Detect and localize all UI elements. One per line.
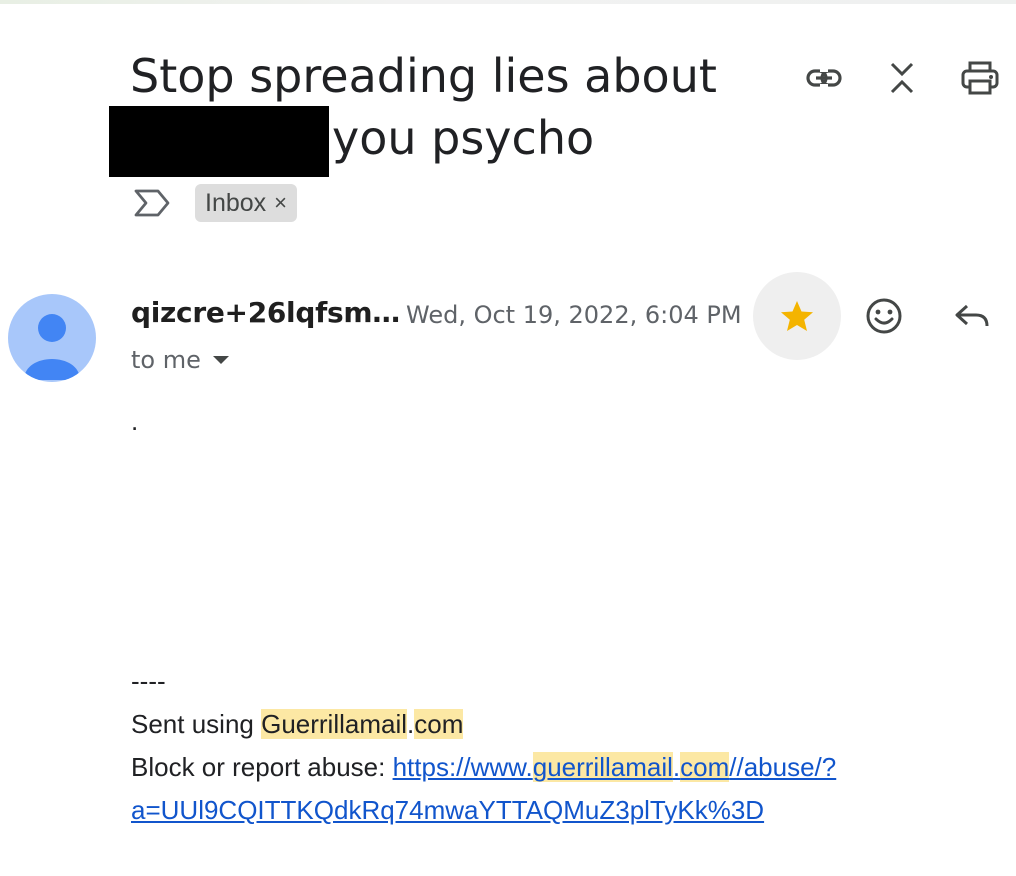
email-body: . bbox=[131, 406, 139, 436]
recipient-text: to me bbox=[131, 346, 201, 374]
email-signature: ---- Sent using Guerrillamail.com Block … bbox=[131, 660, 836, 832]
emoji-reaction-icon bbox=[866, 298, 902, 334]
sent-using-line: Sent using Guerrillamail.com bbox=[131, 709, 464, 739]
abuse-link-line-2: a=UUl9CQITTKQdkRq74mwaYTTAQMuZ3plTyKk%3D bbox=[131, 789, 836, 832]
email-subject: Stop spreading lies about bbox=[130, 48, 770, 104]
abuse-line: Block or report abuse: https://www.guerr… bbox=[131, 752, 837, 782]
abuse-link[interactable]: https://www.guerrillamail.com//abuse/? bbox=[393, 752, 836, 782]
sent-tld: com bbox=[414, 709, 464, 739]
sender-name[interactable]: qizcre+26lqfsm… bbox=[131, 296, 400, 329]
reply-button[interactable] bbox=[948, 292, 996, 340]
link-icon[interactable] bbox=[800, 54, 848, 102]
expand-details-icon[interactable] bbox=[212, 355, 229, 365]
abuse-link-continued[interactable]: a=UUl9CQITTKQdkRq74mwaYTTAQMuZ3plTyKk%3D bbox=[131, 795, 764, 825]
collapse-all-icon[interactable] bbox=[878, 54, 926, 102]
recipient-line: to me bbox=[131, 346, 229, 374]
email-date: Wed, Oct 19, 2022, 6:04 PM bbox=[406, 301, 742, 329]
print-icon[interactable] bbox=[956, 54, 1004, 102]
sender-avatar[interactable] bbox=[8, 294, 96, 382]
window-top-strip bbox=[0, 0, 1016, 4]
redaction-box bbox=[109, 106, 329, 177]
label-important-icon[interactable] bbox=[133, 188, 171, 218]
subject-line-1: Stop spreading lies about bbox=[130, 49, 717, 103]
star-button[interactable] bbox=[753, 272, 841, 360]
sent-brand: Guerrillamail bbox=[261, 709, 408, 739]
reply-icon bbox=[955, 304, 989, 327]
signature-separator: ---- bbox=[131, 666, 166, 696]
subject-line-2: you psycho bbox=[332, 111, 595, 165]
emoji-reaction-button[interactable] bbox=[860, 292, 908, 340]
label-row: Inbox × bbox=[133, 183, 298, 223]
inbox-label-text: Inbox bbox=[205, 188, 267, 217]
inbox-label-chip[interactable]: Inbox × bbox=[195, 184, 298, 222]
star-icon bbox=[781, 301, 813, 331]
remove-label-button[interactable]: × bbox=[274, 190, 287, 216]
